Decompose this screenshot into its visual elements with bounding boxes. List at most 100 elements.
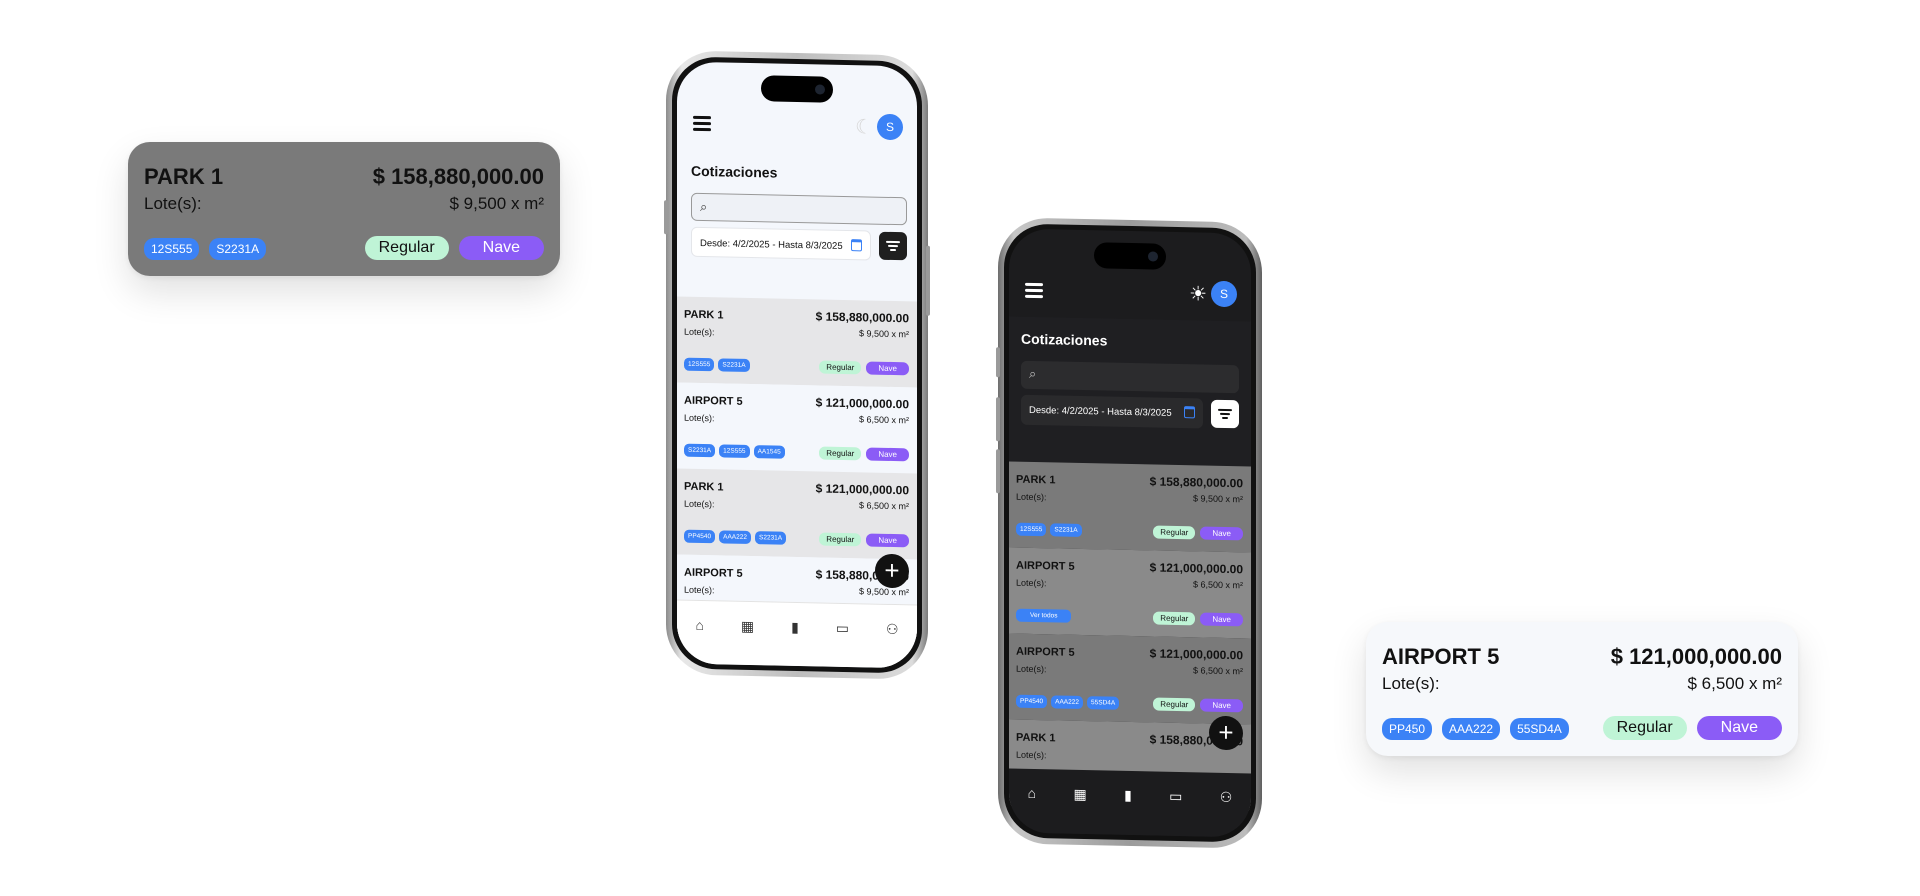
lot-tag: S2231A: [209, 238, 267, 260]
lot-tag: AAA222: [719, 530, 751, 545]
date-range-text: Desde: 4/2/2025 - Hasta 8/3/2025: [1029, 404, 1172, 419]
quotes-list: PARK 1 $ 158,880,000.00 Lote(s): $ 9,500…: [1009, 461, 1251, 811]
add-quote-button[interactable]: +: [875, 553, 909, 589]
building-icon[interactable]: ▦: [741, 618, 754, 665]
price-per-m2: $ 9,500 x m²: [858, 586, 909, 598]
property-name: PARK 1: [1016, 473, 1056, 487]
lote-label: Lote(s):: [1016, 663, 1047, 675]
volume-down-button: [996, 449, 1000, 494]
menu-icon[interactable]: [693, 115, 711, 131]
property-name: PARK 1: [1016, 731, 1056, 745]
lote-label: Lote(s):: [1016, 749, 1047, 761]
property-price: $ 121,000,000.00: [1610, 644, 1782, 669]
lot-tag: AAA222: [1442, 718, 1501, 740]
moon-icon[interactable]: ☾: [855, 116, 873, 138]
type-badge: Nave: [866, 361, 909, 376]
type-badge: Nave: [1200, 526, 1243, 541]
search-icon: ⌕: [700, 198, 708, 215]
property-price: $ 158,880,000.00: [815, 309, 909, 326]
callout-card-park-1: PARK 1 $ 158,880,000.00 Lote(s): $ 9,500…: [128, 142, 560, 276]
see-all-button[interactable]: Ver todos: [1016, 608, 1072, 623]
app-screen: ☀ S Cotizaciones ⌕ Desde: 4/2/2025 - Has…: [1009, 228, 1251, 838]
app-screen: ☾ S Cotizaciones ⌕ Desde: 4/2/2025 - Has…: [677, 61, 917, 669]
date-range-text: Desde: 4/2/2025 - Hasta 8/3/2025: [700, 237, 843, 252]
users-icon[interactable]: ⚇: [1220, 789, 1233, 837]
lot-tag: S2231A: [1050, 523, 1082, 537]
status-badge: Regular: [1153, 697, 1196, 712]
list-item[interactable]: AIRPORT 5 $ 121,000,000.00 Lote(s): $ 6,…: [677, 382, 917, 474]
price-per-m2: $ 6,500 x m²: [1192, 665, 1243, 677]
search-input[interactable]: ⌕: [1021, 360, 1239, 394]
quotes-list: PARK 1 $ 158,880,000.00 Lote(s): $ 9,500…: [677, 296, 917, 646]
calendar-icon[interactable]: [1184, 406, 1195, 419]
lot-tag: 12S555: [719, 444, 750, 459]
avatar[interactable]: S: [877, 113, 903, 141]
lot-tag: 12S555: [144, 238, 200, 260]
page-title: Cotizaciones: [691, 162, 778, 181]
list-item[interactable]: AIRPORT 5 $ 121,000,000.00 Lote(s): $ 6,…: [1009, 633, 1251, 725]
price-per-m2: $ 6,500 x m²: [1687, 674, 1783, 693]
type-badge: Nave: [866, 533, 909, 548]
type-badge: Nave: [458, 236, 544, 260]
list-item[interactable]: AIRPORT 5 $ 121,000,000.00 Lote(s): $ 6,…: [1009, 547, 1251, 639]
status-badge: Regular: [819, 446, 862, 461]
image-icon[interactable]: ▭: [836, 620, 849, 667]
lot-tag: AAA222: [1051, 695, 1083, 710]
action-button: [996, 347, 1000, 378]
bezel: ☀ S Cotizaciones ⌕ Desde: 4/2/2025 - Has…: [1004, 223, 1256, 843]
lot-tag: AA1545: [753, 445, 785, 459]
property-price: $ 121,000,000.00: [815, 395, 909, 412]
lot-tag: PP4540: [1016, 694, 1048, 709]
users-icon[interactable]: ⚇: [886, 621, 899, 668]
quote-icon[interactable]: ▮: [1124, 787, 1132, 835]
lote-label: Lote(s):: [684, 498, 715, 510]
home-icon[interactable]: ⌂: [695, 617, 703, 664]
lot-tag: PP450: [1382, 718, 1433, 740]
building-icon[interactable]: ▦: [1073, 786, 1086, 834]
header-section: Cotizaciones ⌕ Desde: 4/2/2025 - Hasta 8…: [1009, 316, 1251, 467]
search-input[interactable]: ⌕: [691, 192, 907, 226]
date-range-field[interactable]: Desde: 4/2/2025 - Hasta 8/3/2025: [1021, 394, 1203, 429]
property-name: AIRPORT 5: [1016, 559, 1075, 573]
property-name: AIRPORT 5: [684, 566, 743, 580]
quote-icon[interactable]: ▮: [791, 619, 799, 666]
bottom-nav: ⌂ ▦ ▮ ▭ ⚇: [1009, 768, 1251, 838]
property-name: AIRPORT 5: [1016, 645, 1075, 659]
date-range-field[interactable]: Desde: 4/2/2025 - Hasta 8/3/2025: [691, 226, 871, 261]
property-name: PARK 1: [144, 164, 224, 189]
phone-light-mode: ☾ S Cotizaciones ⌕ Desde: 4/2/2025 - Has…: [664, 50, 930, 680]
property-name: AIRPORT 5: [684, 394, 743, 408]
price-per-m2: $ 9,500 x m²: [858, 328, 909, 340]
lot-tag: 12S555: [684, 357, 715, 372]
menu-icon[interactable]: [1025, 282, 1043, 298]
lot-tag: S2231A: [718, 358, 750, 373]
dynamic-island: [1094, 242, 1166, 270]
list-item[interactable]: PARK 1 $ 158,880,000.00 Lote(s): $ 9,500…: [1009, 461, 1251, 553]
phone-dark-mode: ☀ S Cotizaciones ⌕ Desde: 4/2/2025 - Has…: [996, 217, 1262, 849]
lote-label: Lote(s):: [684, 412, 715, 424]
add-quote-button[interactable]: +: [1209, 715, 1243, 751]
list-item[interactable]: PARK 1 $ 158,880,000.00 Lote(s): $ 9,500…: [677, 296, 917, 388]
property-price: $ 121,000,000.00: [815, 481, 909, 498]
top-bar: ☾ S: [693, 110, 903, 144]
property-price: $ 158,880,000.00: [1149, 474, 1243, 491]
lot-tag: 55SD4A: [1087, 696, 1120, 710]
list-item[interactable]: PARK 1 $ 121,000,000.00 Lote(s): $ 6,500…: [677, 468, 917, 560]
price-per-m2: $ 6,500 x m²: [858, 500, 909, 512]
filter-button[interactable]: [1211, 399, 1239, 429]
status-badge: Regular: [1153, 525, 1196, 540]
filter-button[interactable]: [879, 231, 907, 261]
lote-label: Lote(s):: [1382, 674, 1440, 693]
volume-up-button: [996, 397, 1000, 442]
sun-icon[interactable]: ☀: [1189, 283, 1207, 305]
lote-label: Lote(s):: [144, 194, 202, 213]
page-title: Cotizaciones: [1021, 330, 1108, 349]
home-icon[interactable]: ⌂: [1028, 785, 1036, 833]
lote-label: Lote(s):: [684, 584, 715, 596]
image-icon[interactable]: ▭: [1169, 788, 1182, 836]
date-filter-row: Desde: 4/2/2025 - Hasta 8/3/2025: [691, 226, 907, 262]
avatar[interactable]: S: [1211, 280, 1237, 308]
calendar-icon[interactable]: [851, 239, 862, 252]
status-badge: Regular: [1153, 611, 1196, 626]
lote-label: Lote(s):: [1016, 577, 1047, 589]
